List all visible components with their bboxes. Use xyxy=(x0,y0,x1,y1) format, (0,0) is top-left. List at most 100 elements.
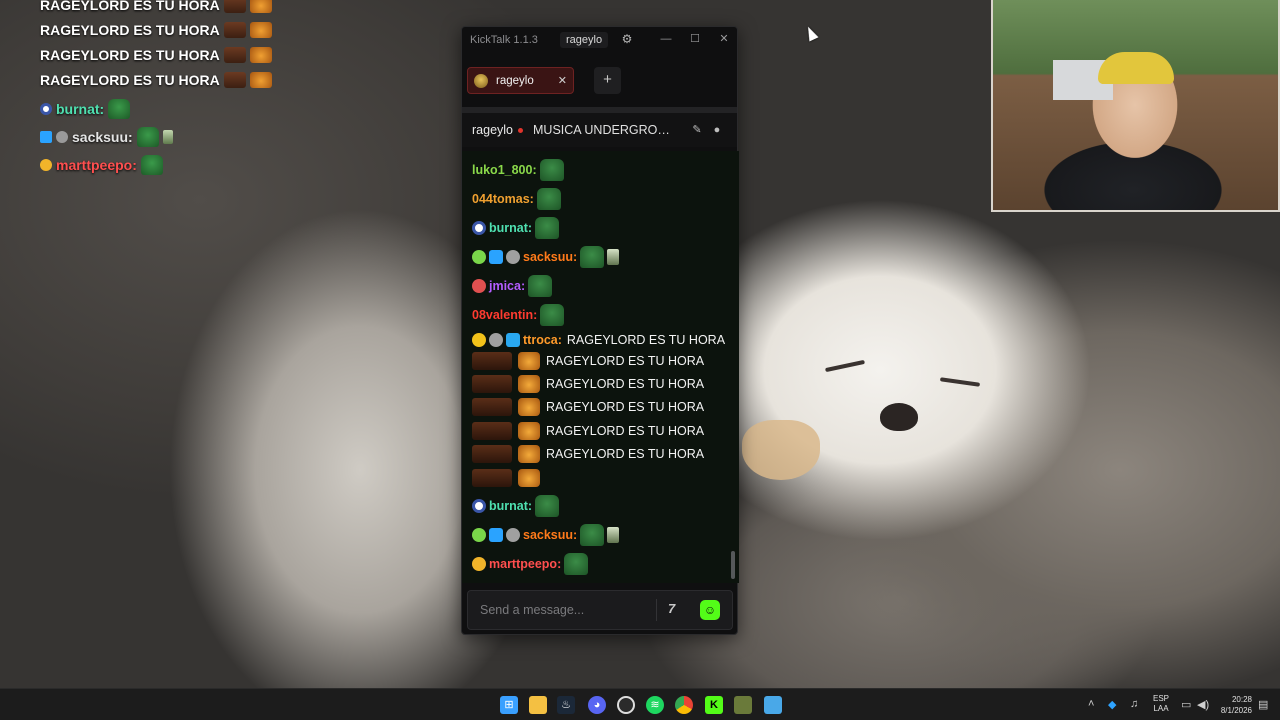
bread-emote-icon xyxy=(472,398,512,417)
bread-emote-icon xyxy=(472,468,512,487)
coin-badge-icon xyxy=(506,528,520,542)
chat-log[interactable]: luko1_800: 044tomas: burnat: sacksuu: jm… xyxy=(462,151,739,583)
divider xyxy=(656,599,657,621)
username[interactable]: luko1_800: xyxy=(472,163,537,177)
file-explorer-icon[interactable] xyxy=(529,696,547,714)
kick-icon[interactable]: K xyxy=(705,696,723,714)
close-icon[interactable]: ✕ xyxy=(558,74,567,87)
message-input[interactable] xyxy=(468,591,653,629)
username[interactable]: jmica: xyxy=(489,279,525,293)
frog-emote-icon xyxy=(140,154,163,175)
discord-icon[interactable]: ◕ xyxy=(588,696,606,714)
avatar xyxy=(474,73,488,88)
username[interactable]: marttpeepo: xyxy=(489,557,561,571)
chevron-up-icon[interactable]: ˄ xyxy=(1088,698,1094,710)
stream-chat-overlay: RAGEYLORD ES TU HORA RAGEYLORD ES TU HOR… xyxy=(40,0,272,177)
overlay-message: burnat: xyxy=(40,96,272,121)
rank-one-badge-icon xyxy=(472,333,486,347)
bottle-emote-icon xyxy=(607,249,620,265)
speaker-icon[interactable]: ◀) xyxy=(1197,698,1209,711)
overlay-spam-row: RAGEYLORD ES TU HORA xyxy=(40,17,272,42)
username[interactable]: ttroca: xyxy=(523,333,562,347)
bread-emote-icon xyxy=(223,0,246,13)
cat-emote-icon xyxy=(518,375,540,394)
frog-emote-icon xyxy=(528,275,553,297)
kick-emote-icon[interactable]: ☺ xyxy=(700,600,720,620)
coin-badge-icon xyxy=(56,130,68,143)
username[interactable]: 08valentin: xyxy=(472,308,537,322)
notepad-icon[interactable] xyxy=(764,696,782,714)
cat-emote-icon xyxy=(518,468,540,487)
chrome-icon[interactable] xyxy=(675,696,693,714)
title-bar[interactable]: KickTalk 1.1.3 rageylo ⚙ — ☐ ✕ xyxy=(462,27,737,53)
frog-emote-icon xyxy=(536,188,561,210)
chat-message: sacksuu: xyxy=(472,524,620,546)
circle-badge-icon xyxy=(472,499,486,513)
7tv-emote-picker-icon[interactable]: 7 xyxy=(668,601,688,619)
microphone-icon[interactable]: ♫ xyxy=(1130,698,1138,710)
overlay-spam-row: RAGEYLORD ES TU HORA xyxy=(40,67,272,92)
chat-message: burnat: xyxy=(472,495,560,517)
username[interactable]: 044tomas: xyxy=(472,192,534,206)
display-icon[interactable]: ▭ xyxy=(1181,698,1191,711)
spam-row: RAGEYLORD ES TU HORA xyxy=(472,396,704,419)
network-shield-icon[interactable]: ◆ xyxy=(1108,698,1116,711)
pin-icon[interactable]: ✎ xyxy=(690,123,704,137)
frog-emote-icon xyxy=(580,524,605,546)
chat-message: 08valentin: xyxy=(472,304,565,326)
close-icon[interactable]: ✕ xyxy=(715,31,733,47)
game-icon[interactable] xyxy=(734,696,752,714)
stream-title: MUSICA UNDERGROU... xyxy=(533,123,673,137)
spam-row xyxy=(472,466,704,489)
spam-row: RAGEYLORD ES TU HORA xyxy=(472,419,704,442)
user-icon[interactable]: ● xyxy=(710,123,724,137)
cat-emote-icon xyxy=(249,71,272,88)
spam-row: RAGEYLORD ES TU HORA xyxy=(472,349,704,372)
cat-emote-icon xyxy=(518,421,540,440)
windows-start-icon[interactable]: ⊞ xyxy=(500,696,518,714)
webcam-feed xyxy=(991,0,1280,212)
bottle-emote-icon xyxy=(162,129,173,144)
channel-name[interactable]: rageylo xyxy=(472,123,513,137)
bread-emote-icon xyxy=(472,445,512,464)
taskbar: ⊞ ♨ ◕ ≋ K ˄ ◆ ♫ ESP LAA ▭ ◀) 20:28 8/1/2… xyxy=(0,688,1280,720)
tab-bar: rageylo ✕ + xyxy=(462,63,737,97)
circle-badge-icon xyxy=(40,102,52,115)
message-input-box: 7 ☺ xyxy=(467,590,733,630)
kicktalk-window: KickTalk 1.1.3 rageylo ⚙ — ☐ ✕ rageylo ✕… xyxy=(461,26,739,635)
username[interactable]: burnat: xyxy=(489,499,532,513)
spotify-icon[interactable]: ≋ xyxy=(646,696,664,714)
cat-emote-icon xyxy=(249,46,272,63)
username[interactable]: burnat: xyxy=(489,221,532,235)
language-indicator[interactable]: ESP LAA xyxy=(1153,694,1169,714)
app-title: KickTalk 1.1.3 xyxy=(470,34,538,46)
notification-icon[interactable]: ▤ xyxy=(1258,698,1268,711)
chat-message: marttpeepo: xyxy=(472,553,589,575)
bread-emote-icon xyxy=(472,421,512,440)
overlay-message: marttpeepo: xyxy=(40,152,272,177)
wallpaper-fox-paw xyxy=(742,420,820,480)
bread-emote-icon xyxy=(472,375,512,394)
chat-scrollbar[interactable] xyxy=(731,551,735,579)
alien-badge-icon xyxy=(472,528,486,542)
maximize-icon[interactable]: ☐ xyxy=(686,31,704,47)
bread-emote-icon xyxy=(223,46,246,63)
steam-icon[interactable]: ♨ xyxy=(557,696,575,714)
tab-rageylo[interactable]: rageylo ✕ xyxy=(467,67,574,94)
sword-badge-icon xyxy=(489,250,503,264)
chat-message: luko1_800: xyxy=(472,159,564,181)
add-tab-button[interactable]: + xyxy=(594,67,621,94)
sun-badge-icon xyxy=(40,158,52,171)
cat-emote-icon xyxy=(249,21,272,38)
username[interactable]: sacksuu: xyxy=(523,250,577,264)
frog-emote-icon xyxy=(580,246,605,268)
spam-row: RAGEYLORD ES TU HORA xyxy=(472,372,704,395)
frog-emote-icon xyxy=(108,98,131,119)
minimize-icon[interactable]: — xyxy=(657,31,675,47)
username[interactable]: sacksuu: xyxy=(523,528,577,542)
user-button[interactable]: rageylo xyxy=(560,32,609,48)
obs-icon[interactable] xyxy=(617,696,635,714)
gear-icon[interactable]: ⚙ xyxy=(619,31,635,47)
clock[interactable]: 20:28 8/1/2026 xyxy=(1212,694,1252,716)
bottle-emote-icon xyxy=(607,527,620,543)
